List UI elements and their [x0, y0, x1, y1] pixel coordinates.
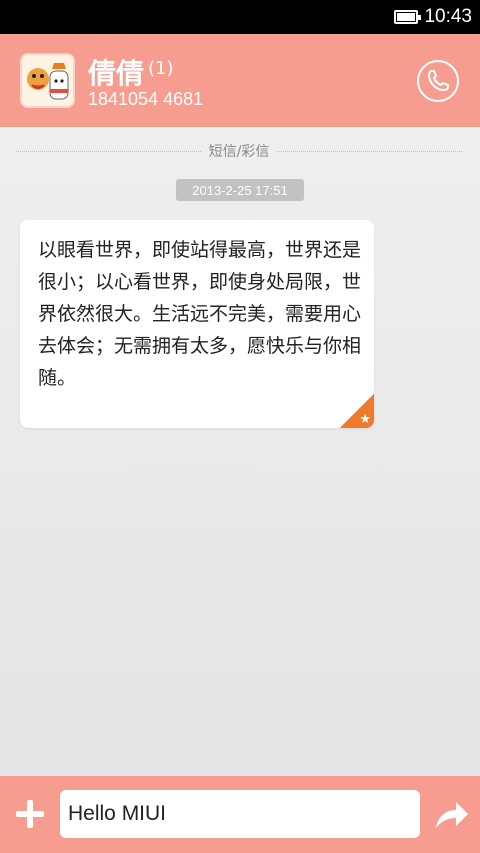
- message-bubble[interactable]: 以眼看世界，即使站得最高，世界还是很小；以心看世界，即使身处局限，世界依然很大。…: [20, 220, 374, 428]
- plus-icon[interactable]: [14, 798, 46, 830]
- divider-line-left: [16, 150, 201, 152]
- unread-count: (1): [148, 58, 174, 79]
- message-type-divider: 短信/彩信: [16, 141, 462, 161]
- conversation-header: 倩倩 (1) 1841054 4681: [0, 34, 480, 127]
- message-text: 以眼看世界，即使站得最高，世界还是很小；以心看世界，即使身处局限，世界依然很大。…: [38, 239, 362, 389]
- contact-phone-number: 1841054 4681: [88, 89, 204, 109]
- message-timestamp: 2013-2-25 17:51: [176, 179, 304, 201]
- message-type-label: 短信/彩信: [208, 144, 270, 160]
- status-time: 10:43: [424, 6, 472, 27]
- status-bar: 10:43: [0, 0, 480, 34]
- avatar-icon[interactable]: [20, 53, 75, 108]
- phone-icon[interactable]: [417, 60, 459, 102]
- star-glyph: ★: [359, 412, 371, 427]
- composer-bar: [0, 776, 480, 853]
- battery-full-icon: [394, 10, 422, 24]
- star-icon[interactable]: ★: [340, 394, 374, 428]
- divider-line-right: [277, 150, 462, 152]
- send-arrow-icon[interactable]: [432, 798, 470, 832]
- message-input[interactable]: [60, 790, 420, 838]
- contact-name: 倩倩: [88, 57, 145, 90]
